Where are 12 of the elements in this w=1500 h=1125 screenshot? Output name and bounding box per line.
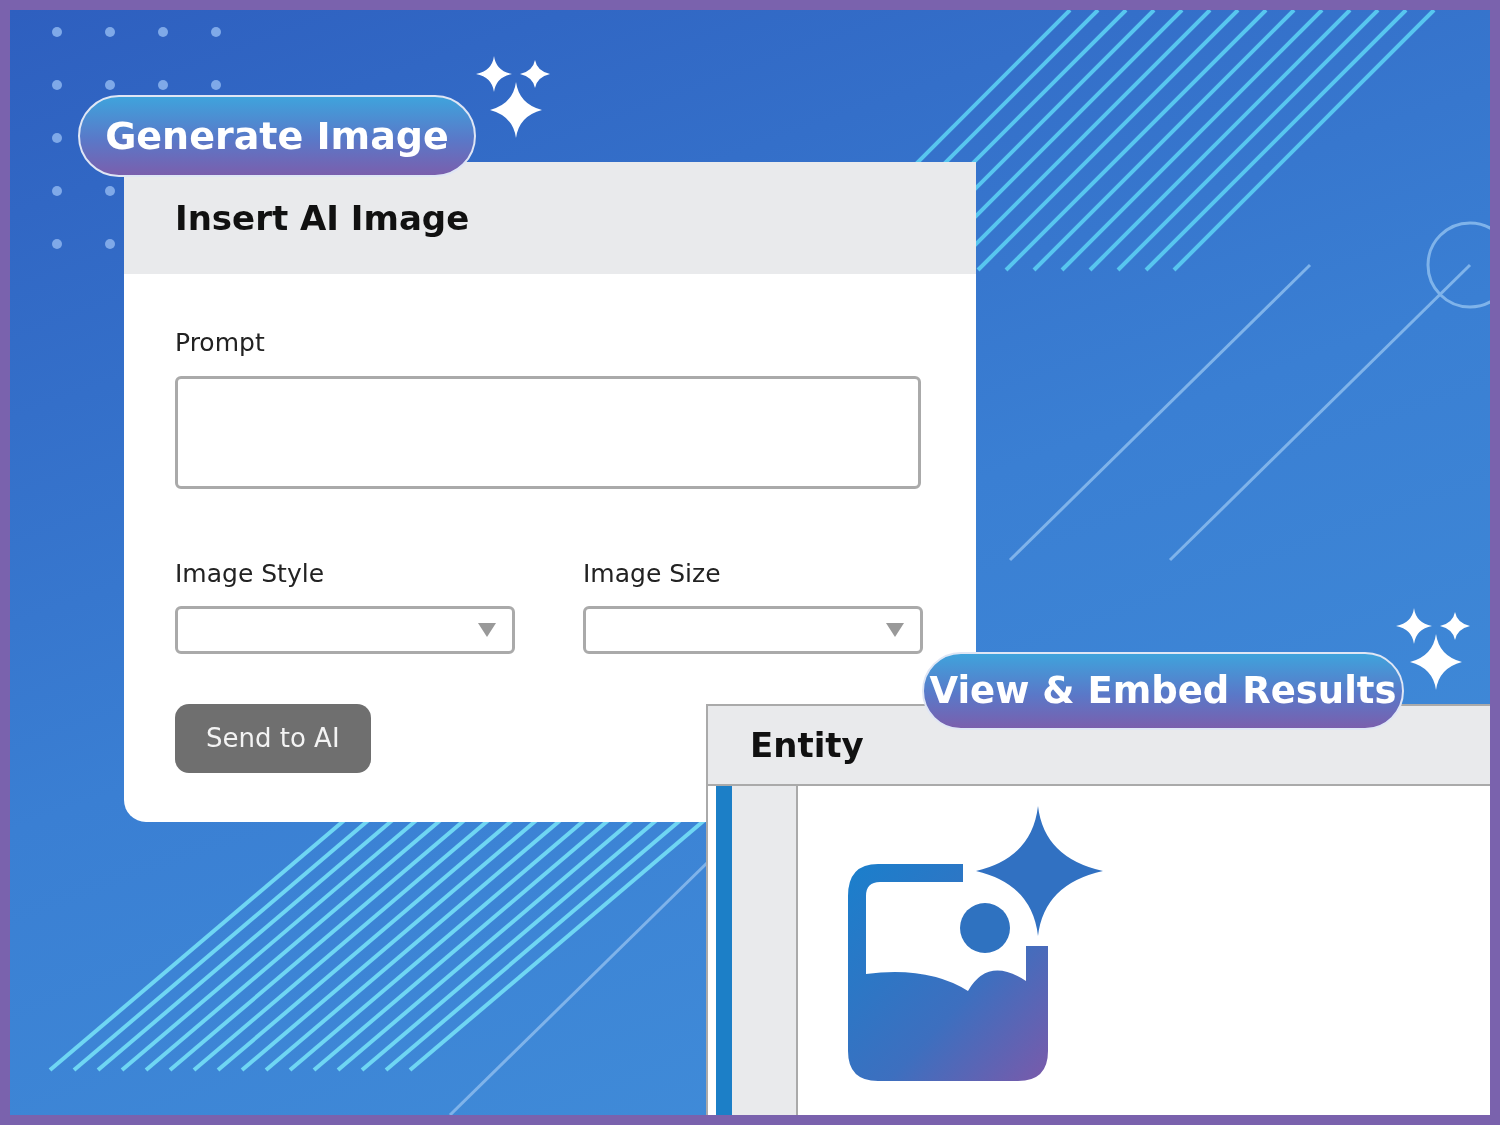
dropdown-arrow-icon: [478, 623, 496, 637]
badge-label: Generate Image: [78, 95, 476, 177]
dropdown-field[interactable]: [583, 606, 923, 654]
dropdown-field[interactable]: [175, 606, 515, 654]
field-label: Image Style: [175, 557, 326, 590]
dropdown-arrow-icon: [886, 623, 904, 637]
field-label: Prompt: [175, 327, 266, 359]
card-header: Insert AI Image: [124, 162, 976, 274]
send-button[interactable]: Send to AI: [175, 704, 371, 773]
badge-label: View & Embed Results: [922, 652, 1404, 730]
prompt-input-field[interactable]: [175, 375, 921, 489]
field-label: Image Size: [583, 557, 722, 590]
